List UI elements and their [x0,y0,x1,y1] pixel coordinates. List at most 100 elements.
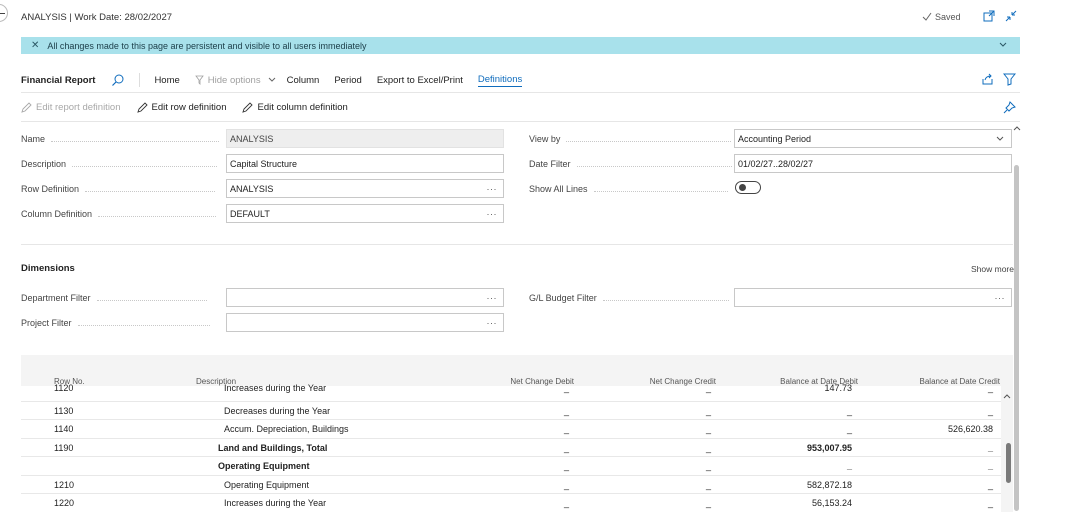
balance-credit-cell: _ [987,479,993,490]
share-icon[interactable] [981,73,994,86]
page-caption: Financial Report [21,74,96,86]
divider [21,244,1013,245]
description-input[interactable]: Capital Structure [226,154,504,173]
grid-scrollbar-thumb[interactable] [1006,443,1011,483]
table-row[interactable]: Operating Equipment _ _ _ _ [21,457,1001,476]
description-cell: Land and Buildings, Total [218,442,328,453]
scroll-up-icon[interactable] [1003,393,1011,401]
net-change-credit-cell: _ [705,479,711,490]
name-field: ANALYSIS [226,129,504,148]
definitions-actions: Edit report definition Edit row definiti… [21,98,348,116]
pin-icon[interactable] [1003,101,1016,114]
lookup-ellipsis-icon[interactable]: ··· [487,318,498,328]
date-filter-label: Date Filter [529,159,732,169]
net-change-debit-cell: _ [563,405,569,416]
project-filter-input[interactable]: ··· [226,313,504,332]
saved-label: Saved [935,12,961,22]
close-icon[interactable]: ✕ [31,40,39,51]
view-by-label: View by [529,134,732,144]
balance-credit-cell: _ [987,498,993,508]
row-definition-label: Row Definition [21,184,216,194]
net-change-debit-cell: _ [563,479,569,490]
collapse-icon[interactable] [1004,9,1018,23]
open-new-window-icon[interactable] [982,9,996,23]
net-change-credit-cell: _ [705,382,711,393]
balance-debit-cell: _ [846,461,852,471]
balance-credit-cell: _ [987,382,993,393]
view-by-select[interactable]: Accounting Period [734,129,1012,148]
table-row[interactable]: 1130 Decreases during the Year _ _ _ _ [21,401,1001,420]
balance-credit-cell: _ [987,461,993,471]
divider [21,121,1020,122]
balance-debit-cell: 56,153.24 [811,498,852,508]
divider [21,92,1020,93]
show-all-lines-label: Show All Lines [529,184,728,194]
row-no-cell: 1140 [54,424,74,434]
chevron-down-icon[interactable] [267,75,277,85]
page-scrollbar-thumb[interactable] [1014,165,1019,511]
row-no-cell: 1130 [54,405,74,416]
edit-report-definition-button[interactable]: Edit report definition [21,102,121,113]
lookup-ellipsis-icon[interactable]: ··· [487,184,498,194]
row-definition-input[interactable]: ANALYSIS ··· [226,179,504,198]
date-filter-input[interactable]: 01/02/27..28/02/27 [734,154,1012,173]
edit-column-definition-button[interactable]: Edit column definition [242,101,348,113]
description-cell: Operating Equipment [218,461,310,471]
balance-debit-cell: _ [846,424,852,434]
table-row[interactable]: 1220 Increases during the Year _ _ 56,153.24… [21,494,1001,512]
edit-column-definition-label: Edit column definition [257,101,348,113]
search-icon[interactable] [111,73,125,87]
pencil-icon [136,101,148,113]
department-filter-input[interactable]: ··· [226,288,504,307]
column-definition-input[interactable]: DEFAULT ··· [226,204,504,223]
table-row[interactable]: 1120 Increases during the Year _ _ 147.73 _ [21,382,1001,402]
project-filter-label: Project Filter [21,318,210,328]
lookup-ellipsis-icon[interactable]: ··· [995,293,1006,303]
filter-clear-icon [194,75,204,85]
balance-credit-cell: _ [987,442,993,453]
page-scroll-up-icon[interactable] [1013,125,1021,133]
chevron-down-icon [996,136,1004,141]
show-more-link[interactable]: Show more [971,264,1014,274]
action-bar: Financial Report Home Hide options Colum… [21,70,1020,90]
table-row[interactable]: 1210 Operating Equipment _ _ 582,872.18 _ [21,475,1001,494]
net-change-credit-cell: _ [705,498,711,508]
filter-icon[interactable] [1003,73,1016,86]
description-cell: Operating Equipment [224,479,310,490]
row-no-cell: 1120 [54,382,74,393]
lookup-ellipsis-icon[interactable]: ··· [487,209,498,219]
tab-home[interactable]: Home [154,75,179,86]
column-definition-label: Column Definition [21,209,217,219]
chevron-down-icon[interactable] [998,40,1008,50]
balance-credit-cell: _ [987,405,993,416]
hide-options-button[interactable]: Hide options [194,74,261,86]
edit-row-definition-label: Edit row definition [151,101,227,113]
gl-budget-filter-label: G/L Budget Filter [529,293,729,303]
tab-period[interactable]: Period [334,75,361,86]
tab-export[interactable]: Export to Excel/Print [377,75,463,86]
description-cell: Increases during the Year [224,382,327,393]
balance-debit-cell: 582,872.18 [806,479,852,490]
net-change-credit-cell: _ [705,442,711,453]
balance-debit-cell: 147.73 [824,382,852,393]
balance-credit-cell: 526,620.38 [947,424,993,434]
net-change-debit-cell: _ [563,382,569,393]
balance-debit-cell: 953,007.95 [806,442,852,453]
net-change-debit-cell: _ [563,442,569,453]
gl-budget-filter-input[interactable]: ··· [734,288,1012,307]
tab-definitions[interactable]: Definitions [477,74,523,87]
description-cell: Increases during the Year [224,498,327,508]
hide-options-label: Hide options [207,74,261,86]
show-all-lines-toggle[interactable] [735,181,761,194]
row-no-cell: 1190 [54,442,74,453]
edit-row-definition-button[interactable]: Edit row definition [136,101,227,113]
table-row[interactable]: 1140 Accum. Depreciation, Buildings _ _ _ 526… [21,420,1001,439]
row-no-cell: 1220 [54,498,75,508]
row-no-cell: 1210 [54,479,75,490]
saved-status: Saved [922,12,961,22]
back-button[interactable] [0,4,8,22]
table-row[interactable]: 1190 Land and Buildings, Total _ _ 953,007.9… [21,438,1001,457]
tab-column[interactable]: Column [287,75,320,86]
lookup-ellipsis-icon[interactable]: ··· [487,293,498,303]
balance-debit-cell: _ [846,405,852,416]
